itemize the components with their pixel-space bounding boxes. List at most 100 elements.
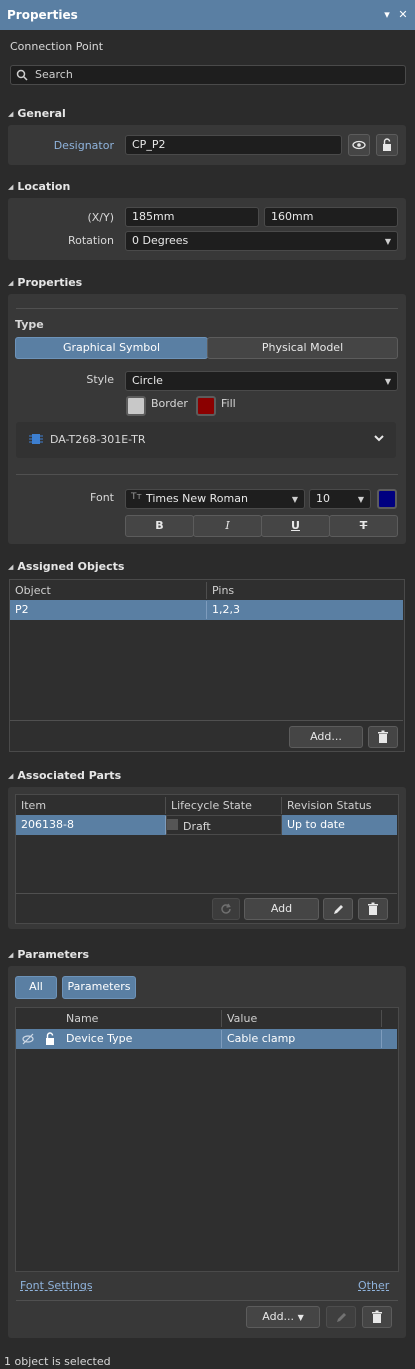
lock-icon	[383, 138, 391, 151]
parameters-delete-button[interactable]	[362, 1306, 392, 1328]
panel-title-bar: Properties ▾ ✕	[0, 0, 415, 30]
chevron-down-icon[interactable]	[373, 434, 385, 444]
font-color-swatch[interactable]	[377, 489, 397, 509]
associated-edit-button[interactable]	[323, 898, 353, 920]
cell-value: Cable clamp	[222, 1030, 382, 1048]
pencil-icon	[334, 905, 343, 914]
pencil-icon	[337, 1313, 346, 1322]
cell-revision-status: Up to date	[287, 818, 345, 831]
pin-dropdown-icon[interactable]: ▾	[380, 8, 394, 22]
divider	[10, 720, 403, 721]
rotation-select[interactable]: 0 Degrees	[125, 231, 398, 251]
section-parameters-header[interactable]: ◢ Parameters	[8, 948, 89, 961]
border-color-swatch[interactable]	[126, 396, 146, 416]
visibility-off-icon[interactable]	[21, 1033, 35, 1045]
other-link[interactable]: Other	[358, 1279, 389, 1292]
style-label: Style	[86, 373, 114, 386]
filter-parameters-button[interactable]: Parameters	[62, 976, 136, 999]
status-text: 1 object is selected	[4, 1355, 111, 1368]
assigned-delete-button[interactable]	[368, 726, 398, 748]
trash-icon	[378, 730, 388, 743]
truetype-font-icon: Tт	[131, 492, 142, 502]
filter-all-button[interactable]: All	[15, 976, 57, 999]
font-settings-link[interactable]: Font Settings	[20, 1279, 93, 1292]
column-header-item[interactable]: Item	[16, 797, 166, 814]
style-value: Circle	[132, 374, 163, 387]
component-chip-icon	[29, 434, 43, 444]
font-size-value: 10	[316, 492, 330, 505]
font-family-select[interactable]: Times New Roman	[125, 489, 305, 509]
cell-name: Device Type	[61, 1030, 222, 1048]
lock-button[interactable]	[376, 134, 398, 156]
type-physical-model-button[interactable]: Physical Model	[207, 337, 398, 359]
associated-delete-button[interactable]	[358, 898, 388, 920]
column-header-name[interactable]: Name	[61, 1010, 222, 1027]
fill-label: Fill	[221, 397, 236, 410]
section-location-header[interactable]: ◢ Location	[8, 180, 70, 193]
column-header-value[interactable]: Value	[222, 1010, 382, 1027]
column-header-object[interactable]: Object	[10, 582, 207, 599]
border-label: Border	[151, 397, 188, 410]
designator-input[interactable]: CP_P2	[125, 135, 342, 155]
refresh-icon	[221, 903, 231, 914]
type-graphical-symbol-button[interactable]: Graphical Symbol	[15, 337, 208, 359]
lifecycle-state-value: Draft	[183, 820, 211, 833]
lock-icon[interactable]	[44, 1032, 56, 1046]
divider	[16, 893, 397, 894]
eye-icon	[352, 140, 366, 150]
designator-label: Designator	[53, 139, 114, 152]
italic-button[interactable]: I	[193, 515, 262, 537]
section-general-header[interactable]: ◢ General	[8, 107, 66, 120]
y-input[interactable]: 160mm	[264, 207, 398, 227]
column-header-pins[interactable]: Pins	[207, 582, 403, 599]
bold-button[interactable]: B	[125, 515, 194, 537]
collapse-triangle-icon: ◢	[8, 772, 14, 780]
xy-label: (X/Y)	[87, 211, 114, 224]
divider	[16, 1300, 398, 1301]
search-icon	[16, 69, 28, 81]
object-type-label: Connection Point	[10, 40, 104, 53]
section-location-title: Location	[17, 180, 71, 193]
rotation-label: Rotation	[67, 234, 114, 247]
close-icon[interactable]: ✕	[396, 8, 410, 22]
search-input[interactable]: Search	[10, 65, 406, 85]
refresh-button[interactable]	[212, 898, 240, 920]
parameters-edit-button[interactable]	[326, 1306, 356, 1328]
collapse-triangle-icon: ◢	[8, 279, 14, 287]
component-name: DA-T268-301E-TR	[50, 433, 146, 446]
section-assigned-objects-header[interactable]: ◢ Assigned Objects	[8, 560, 124, 573]
lifecycle-state-color-icon	[167, 819, 178, 830]
column-header-revision-status[interactable]: Revision Status	[282, 797, 397, 814]
section-associated-parts-header[interactable]: ◢ Associated Parts	[8, 769, 121, 782]
divider	[16, 474, 398, 475]
font-size-select[interactable]: 10	[309, 489, 371, 509]
strikethrough-button[interactable]: T	[329, 515, 398, 537]
collapse-triangle-icon: ◢	[8, 183, 14, 191]
cell-pins: 1,2,3	[212, 603, 240, 616]
dropdown-arrow-icon: ▼	[297, 1313, 304, 1322]
font-label: Font	[90, 491, 114, 504]
font-family-value: Times New Roman	[146, 492, 248, 505]
visibility-button[interactable]	[348, 134, 370, 156]
type-label: Type	[15, 318, 44, 331]
collapse-triangle-icon: ◢	[8, 563, 14, 571]
collapse-triangle-icon: ◢	[8, 110, 14, 118]
section-properties-title: Properties	[17, 276, 83, 289]
x-input[interactable]: 185mm	[125, 207, 259, 227]
underline-button[interactable]: U	[261, 515, 330, 537]
section-associated-parts-title: Associated Parts	[17, 769, 122, 782]
associated-add-button[interactable]: Add	[244, 898, 319, 920]
section-assigned-objects-title: Assigned Objects	[17, 560, 125, 573]
cell-object: P2	[10, 601, 207, 619]
parameters-add-button[interactable]: Add... ▼	[246, 1306, 320, 1328]
assigned-add-button[interactable]: Add...	[289, 726, 363, 748]
cell-item: 206138-8	[16, 816, 166, 834]
trash-icon	[372, 1310, 382, 1323]
collapse-triangle-icon: ◢	[8, 951, 14, 959]
style-select[interactable]: Circle	[125, 371, 398, 391]
column-header-lifecycle-state[interactable]: Lifecycle State	[166, 797, 282, 814]
rotation-value: 0 Degrees	[132, 234, 189, 247]
fill-color-swatch[interactable]	[196, 396, 216, 416]
section-properties-header[interactable]: ◢ Properties	[8, 276, 82, 289]
section-parameters-title: Parameters	[17, 948, 90, 961]
